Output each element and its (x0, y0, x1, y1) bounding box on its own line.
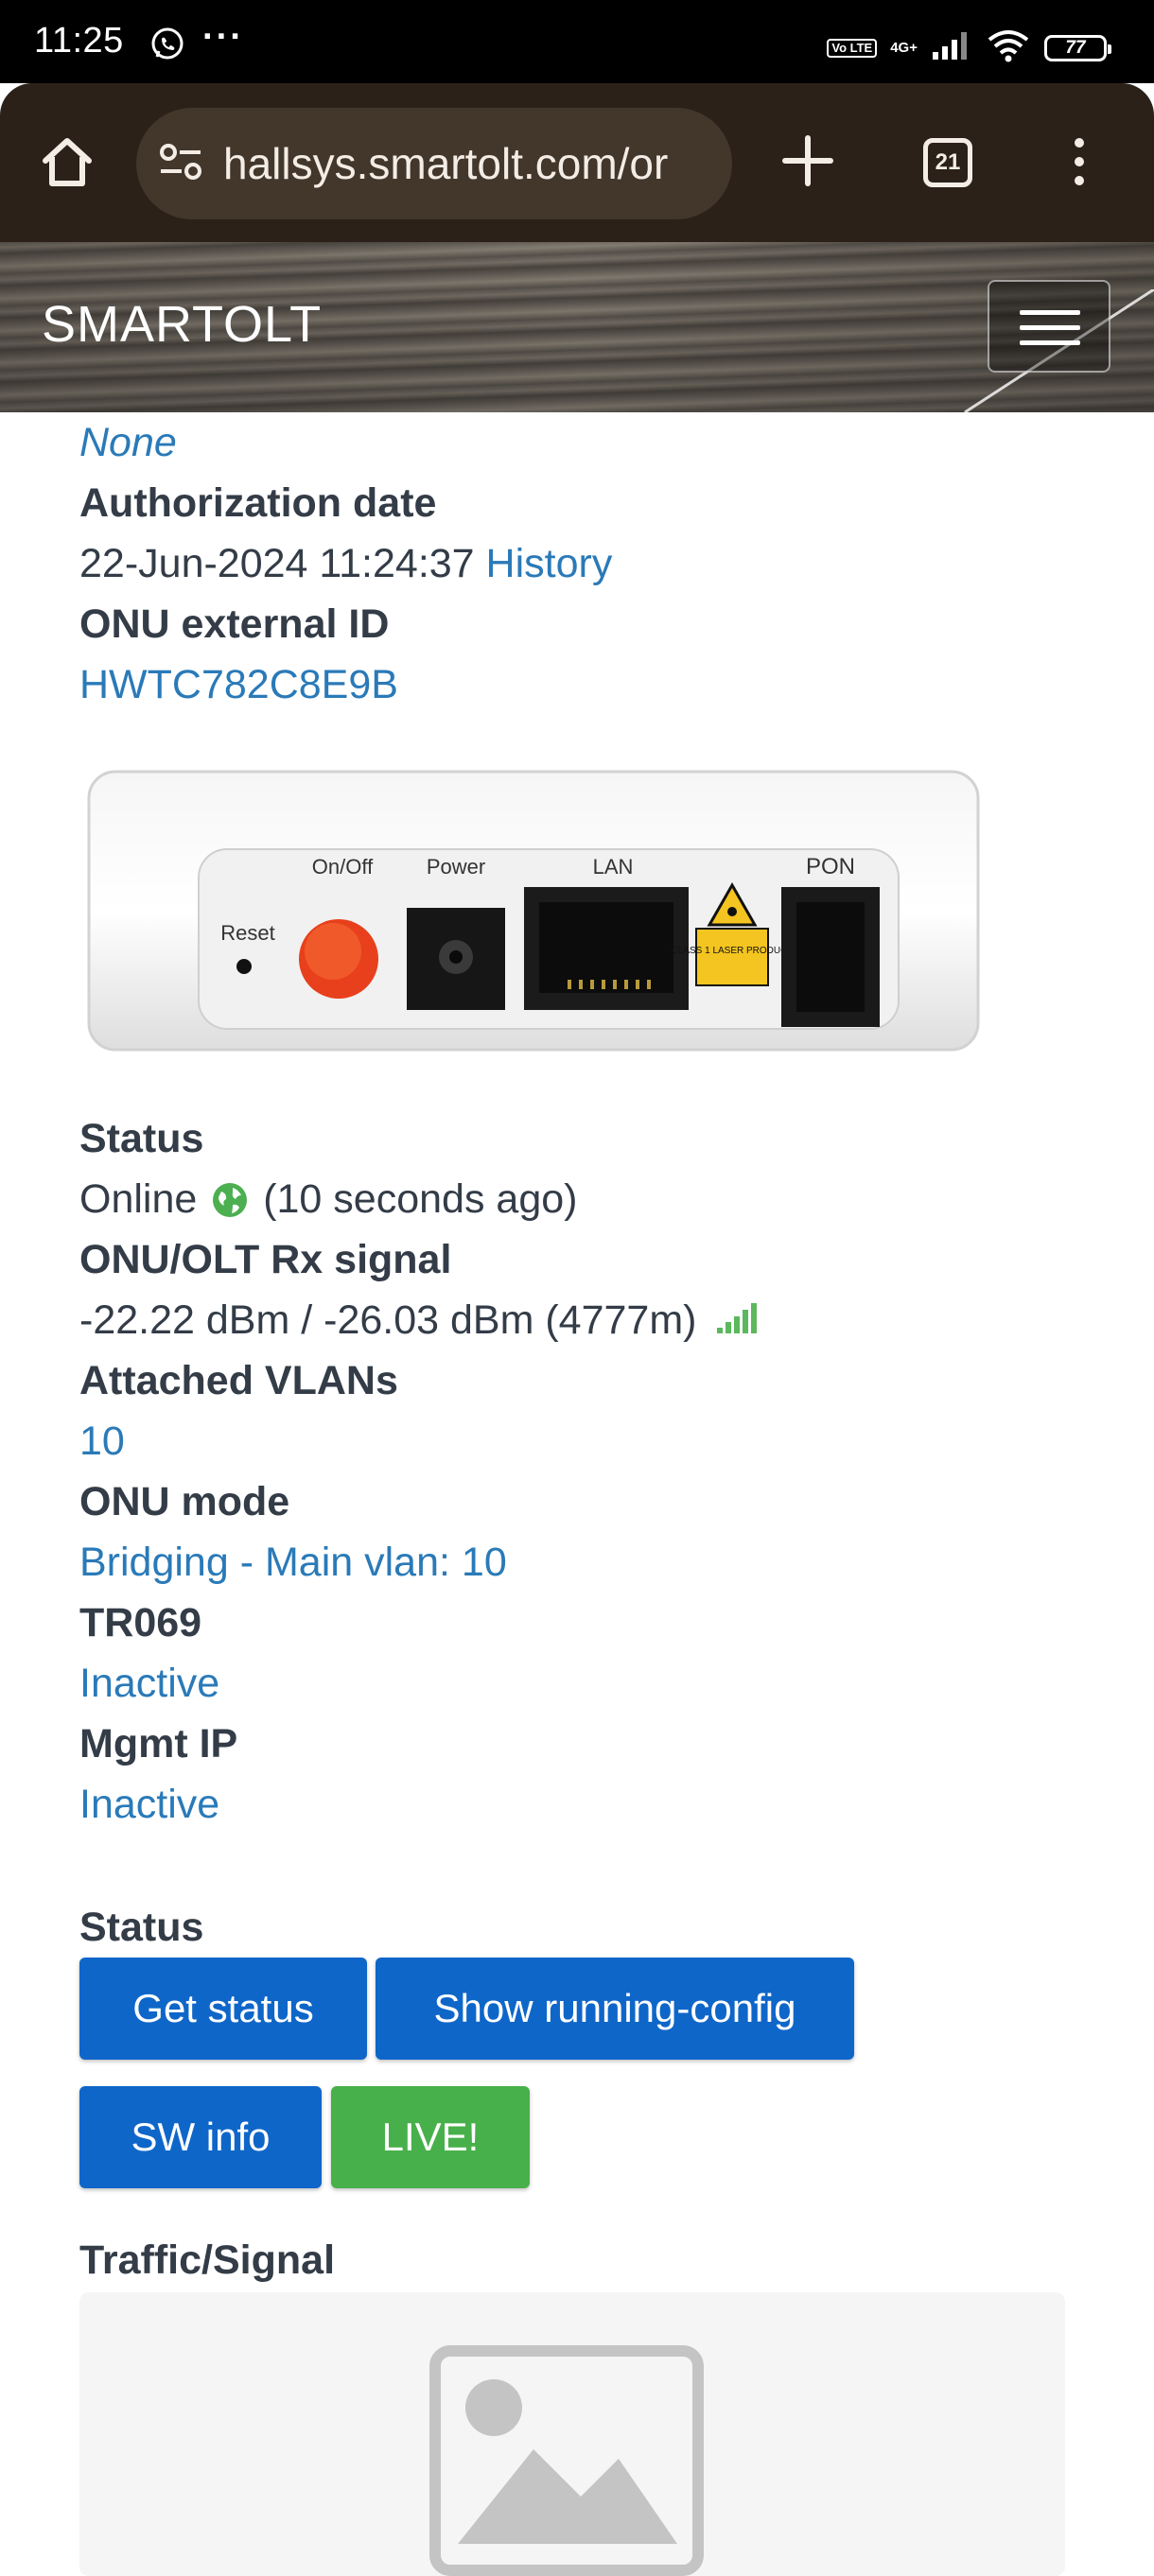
image-placeholder-icon (429, 2345, 704, 2576)
address-bar[interactable]: hallsys.smartolt.com/or (136, 108, 732, 219)
authorization-date-label: Authorization date (79, 480, 437, 526)
url-text: hallsys.smartolt.com/or (223, 139, 669, 188)
lan-label: LAN (593, 855, 634, 879)
reset-port-label: Reset (220, 921, 274, 945)
traffic-heading-wrap: Traffic/Signal (79, 2230, 1063, 2290)
new-tab-icon[interactable] (779, 132, 836, 194)
menu-toggle-button[interactable] (988, 280, 1110, 373)
traffic-signal-label: Traffic/Signal (79, 2237, 336, 2283)
status-icons: Vo LTE 4G+ 77 (827, 28, 1111, 67)
authorization-date-row: 22-Jun-2024 11:24:37 History (79, 533, 1063, 594)
battery-level: 77 (1065, 37, 1086, 58)
volte-icon: Vo LTE (827, 38, 878, 58)
show-running-config-button[interactable]: Show running-config (376, 1958, 854, 2060)
onu-mode-label: ONU mode (79, 1479, 290, 1524)
vlans-value[interactable]: 10 (79, 1411, 1063, 1471)
signal-value: -22.22 dBm / -26.03 dBm (4777m) (79, 1297, 697, 1343)
status-actions-heading-wrap: Status (79, 1897, 1063, 1958)
status-value: Online (79, 1176, 198, 1222)
authorization-date-value: 22-Jun-2024 11:24:37 (79, 541, 475, 586)
tr069-label: TR069 (79, 1600, 202, 1645)
tab-switcher-button[interactable]: 21 (923, 138, 972, 187)
home-icon[interactable] (38, 132, 96, 196)
clock: 11:25 (34, 21, 124, 61)
external-id-label: ONU external ID (79, 601, 390, 647)
viber-notification-icon (149, 26, 185, 67)
more-menu-icon[interactable] (1075, 138, 1086, 195)
traffic-signal-graph[interactable] (79, 2292, 1065, 2576)
live-button[interactable]: LIVE! (331, 2086, 530, 2188)
status-row: Online (10 seconds ago) (79, 1169, 1063, 1229)
sw-info-label: SW info (131, 2115, 271, 2159)
onu-mode-value[interactable]: Bridging - Main vlan: 10 (79, 1532, 1063, 1593)
onoff-label: On/Off (312, 855, 374, 879)
power-label: Power (427, 855, 485, 879)
vlans-label: Attached VLANs (79, 1358, 398, 1403)
show-running-config-label: Show running-config (433, 1986, 796, 2030)
system-status-bar: 11:25 ··· Vo LTE 4G+ 77 (0, 0, 1154, 83)
signal-label: ONU/OLT Rx signal (79, 1237, 452, 1282)
signal-row: -22.22 dBm / -26.03 dBm (4777m) (79, 1290, 1063, 1350)
live-label: LIVE! (381, 2115, 480, 2159)
previous-value: None (79, 420, 177, 465)
battery-icon: 77 (1044, 34, 1111, 61)
network-type: 4G+ (890, 39, 918, 56)
onu-details: None Authorization date 22-Jun-2024 11:2… (79, 412, 1063, 715)
history-link[interactable]: History (486, 541, 613, 586)
tab-count: 21 (935, 149, 961, 175)
more-notifications-icon: ··· (202, 17, 244, 57)
wifi-icon (986, 28, 1031, 67)
onu-status-section: Status Online (10 seconds ago) ONU/OLT R… (79, 1108, 1063, 1835)
mgmt-ip-value[interactable]: Inactive (79, 1774, 1063, 1835)
site-navbar: SMARTOLT (0, 242, 1154, 412)
mgmt-ip-label: Mgmt IP (79, 1721, 238, 1767)
status-label: Status (79, 1116, 204, 1161)
onu-device-image: Reset On/Off Power LAN CLASS 1 LASER PRO… (87, 770, 980, 1052)
site-settings-icon[interactable] (157, 141, 204, 187)
signal-strength-icon (715, 1292, 759, 1352)
get-status-label: Get status (132, 1986, 314, 2030)
tr069-value[interactable]: Inactive (79, 1653, 1063, 1714)
cell-signal-icon (931, 29, 972, 66)
external-id-value[interactable]: HWTC782C8E9B (79, 654, 1063, 715)
site-brand[interactable]: SMARTOLT (42, 295, 322, 354)
sw-info-button[interactable]: SW info (79, 2086, 322, 2188)
get-status-button[interactable]: Get status (79, 1958, 367, 2060)
laser-warning-label: CLASS 1 LASER PRODUCT (672, 946, 794, 956)
online-globe-icon (212, 1175, 248, 1235)
browser-toolbar: hallsys.smartolt.com/or 21 (0, 83, 1154, 242)
pon-label: PON (806, 854, 855, 879)
status-since: (10 seconds ago) (263, 1176, 578, 1222)
status-actions-label: Status (79, 1905, 204, 1950)
